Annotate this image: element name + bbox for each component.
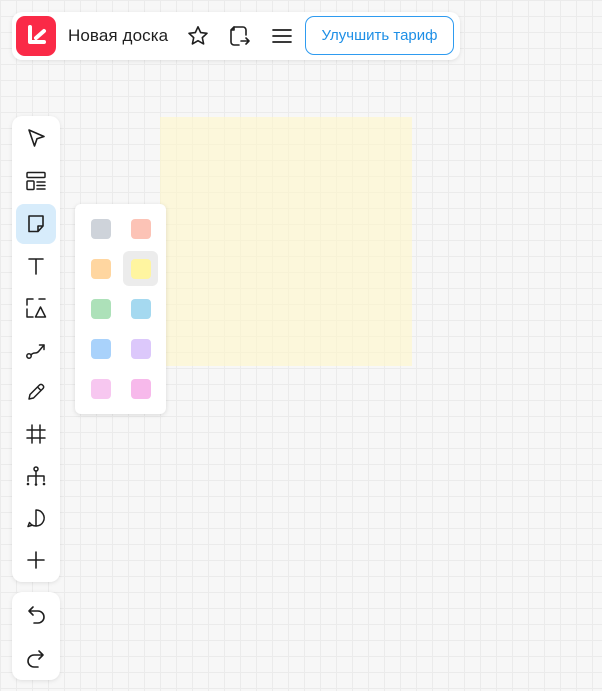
color-swatch-fill xyxy=(130,218,151,239)
top-bar: Новая доска Улучшить тариф xyxy=(12,12,460,60)
pen-icon[interactable] xyxy=(16,372,56,412)
comment-icon[interactable] xyxy=(16,498,56,538)
color-swatch-fill xyxy=(90,298,111,319)
shapes-icon[interactable] xyxy=(16,288,56,328)
color-swatch-fill xyxy=(90,218,111,239)
sticky-note-preview xyxy=(160,117,412,366)
color-swatch-fill xyxy=(90,378,111,399)
star-icon[interactable] xyxy=(184,22,212,50)
redo-icon[interactable] xyxy=(16,638,56,678)
color-swatch-fill xyxy=(130,298,151,319)
sticky-color-palette xyxy=(75,204,166,414)
left-toolbar xyxy=(12,116,60,582)
sticky-note-icon[interactable] xyxy=(16,204,56,244)
color-swatch-fill xyxy=(90,338,111,359)
color-swatch[interactable] xyxy=(83,331,118,366)
color-swatch[interactable] xyxy=(123,291,158,326)
connector-line-icon[interactable] xyxy=(16,330,56,370)
app-logo-icon[interactable] xyxy=(16,16,56,56)
cursor-arrow-icon[interactable] xyxy=(16,118,56,158)
history-toolbar xyxy=(12,592,60,680)
color-swatch[interactable] xyxy=(123,371,158,406)
color-swatch-fill xyxy=(130,258,151,279)
color-swatch-fill xyxy=(130,338,151,359)
color-swatch[interactable] xyxy=(123,331,158,366)
color-swatch-fill xyxy=(130,378,151,399)
board-title[interactable]: Новая доска xyxy=(68,26,168,46)
color-swatch[interactable] xyxy=(83,291,118,326)
templates-icon[interactable] xyxy=(16,161,56,201)
color-swatch[interactable] xyxy=(83,211,118,246)
frame-icon[interactable] xyxy=(16,414,56,454)
mind-map-icon[interactable] xyxy=(16,456,56,496)
plus-icon[interactable] xyxy=(16,540,56,580)
menu-icon[interactable] xyxy=(268,22,296,50)
text-icon[interactable] xyxy=(16,246,56,286)
color-swatch-fill xyxy=(90,258,111,279)
color-swatch[interactable] xyxy=(123,211,158,246)
color-swatch[interactable] xyxy=(83,371,118,406)
upgrade-plan-button[interactable]: Улучшить тариф xyxy=(305,16,454,55)
export-board-icon[interactable] xyxy=(225,22,253,50)
color-swatch[interactable] xyxy=(123,251,158,286)
color-swatch[interactable] xyxy=(83,251,118,286)
undo-icon[interactable] xyxy=(16,594,56,634)
